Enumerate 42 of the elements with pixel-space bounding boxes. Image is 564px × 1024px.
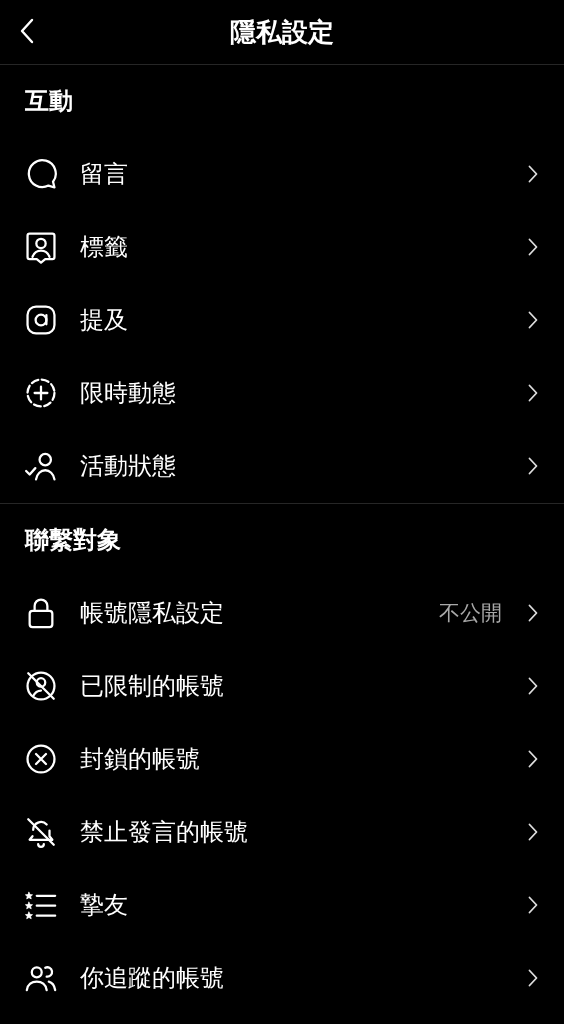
row-label: 已限制的帳號: [80, 670, 225, 702]
chevron-icon: [528, 383, 538, 402]
chevron-icon: [528, 603, 538, 622]
row-value: 不公開: [439, 599, 502, 627]
settings-row[interactable]: 封鎖的帳號: [0, 722, 564, 795]
row-label: 留言: [80, 158, 129, 190]
settings-row[interactable]: 標籤: [0, 210, 564, 283]
settings-row[interactable]: 你追蹤的帳號: [0, 941, 564, 1014]
crossed-person-circle-icon: [24, 668, 58, 703]
settings-row[interactable]: 禁止發言的帳號: [0, 795, 564, 868]
section-title: 聯繫對象: [23, 525, 122, 556]
row-label: 帳號隱私設定: [80, 597, 225, 629]
chevron-icon: [528, 237, 538, 256]
settings-row[interactable]: 帳號隱私設定 不公開: [0, 576, 564, 649]
person-tag-icon: [24, 229, 58, 264]
row-label: 活動狀態: [80, 450, 177, 482]
row-label: 標籤: [80, 231, 129, 263]
settings-row[interactable]: 摯友: [0, 868, 564, 941]
settings-row[interactable]: 活動狀態: [0, 429, 564, 502]
chevron-icon: [528, 456, 538, 475]
at-sign-icon: [24, 302, 58, 337]
chevron-icon: [528, 822, 538, 841]
settings-row[interactable]: 限時動態: [0, 356, 564, 429]
chevron-icon: [528, 968, 538, 987]
chevron-icon: [528, 749, 538, 768]
row-label: 禁止發言的帳號: [80, 816, 249, 848]
row-label: 摯友: [80, 889, 129, 921]
settings-row[interactable]: 已限制的帳號: [0, 649, 564, 722]
row-label: 封鎖的帳號: [80, 743, 201, 775]
x-circle-icon: [24, 741, 58, 776]
settings-row[interactable]: 提及: [0, 283, 564, 356]
row-label: 提及: [80, 304, 129, 336]
settings-row[interactable]: 留言: [0, 137, 564, 210]
page-title: 隱私設定: [230, 15, 334, 49]
chevron-icon: [528, 676, 538, 695]
chevron-icon: [528, 895, 538, 914]
row-label: 你追蹤的帳號: [80, 962, 225, 994]
chevron-icon: [528, 310, 538, 329]
dashed-plus-circle-icon: [24, 375, 58, 410]
section-title: 互動: [24, 86, 74, 117]
row-label: 限時動態: [80, 377, 177, 409]
chevron-icon: [528, 164, 538, 183]
